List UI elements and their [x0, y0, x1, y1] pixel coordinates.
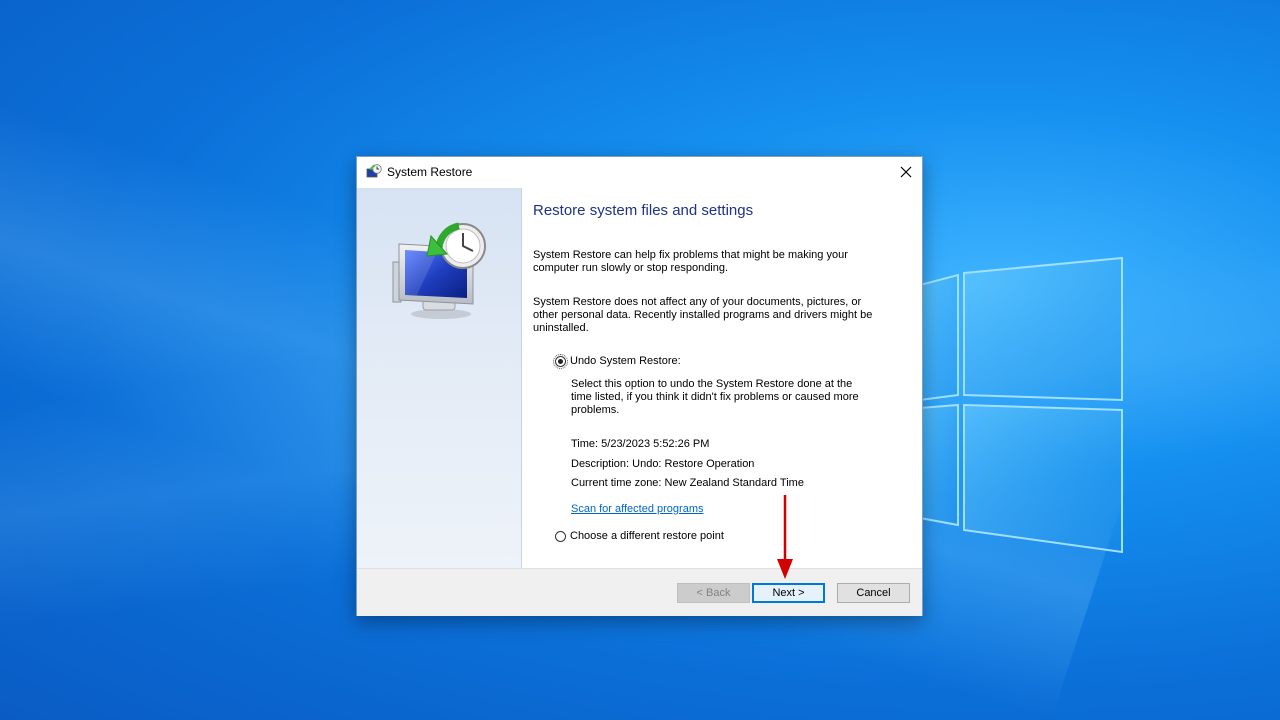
cancel-button[interactable]: Cancel [837, 583, 910, 603]
close-button[interactable] [890, 157, 922, 188]
undo-label: Undo System Restore: [570, 355, 681, 367]
next-button[interactable]: Next > [752, 583, 825, 603]
windows-logo [900, 200, 1130, 560]
button-bar: < Back Next > Cancel [357, 568, 922, 616]
close-icon [900, 166, 912, 178]
window-title: System Restore [387, 165, 473, 179]
intro-paragraph: System Restore can help fix problems tha… [533, 249, 848, 274]
system-restore-icon [366, 164, 382, 180]
undo-radio[interactable] [553, 353, 568, 369]
info-paragraph: System Restore does not affect any of yo… [533, 296, 873, 334]
choose-label: Choose a different restore point [570, 530, 724, 542]
title-bar: System Restore [357, 157, 922, 188]
back-button[interactable]: < Back [677, 583, 750, 603]
system-restore-dialog: System Restore Restore system files and … [356, 156, 923, 616]
system-restore-icon [392, 222, 486, 319]
undo-system-restore-option[interactable]: Undo System Restore: [553, 353, 681, 369]
restore-description: Description: Undo: Restore Operation [571, 458, 755, 470]
page-title: Restore system files and settings [533, 202, 754, 219]
choose-restore-point-option[interactable]: Choose a different restore point [555, 530, 724, 542]
side-panel [357, 188, 522, 568]
annotation-arrow-icon [777, 495, 793, 579]
undo-description: Select this option to undo the System Re… [571, 378, 859, 416]
scan-affected-programs-link[interactable]: Scan for affected programs [571, 503, 703, 515]
time-zone: Current time zone: New Zealand Standard … [571, 477, 804, 489]
choose-radio[interactable] [555, 530, 566, 542]
restore-time: Time: 5/23/2023 5:52:26 PM [571, 438, 710, 450]
